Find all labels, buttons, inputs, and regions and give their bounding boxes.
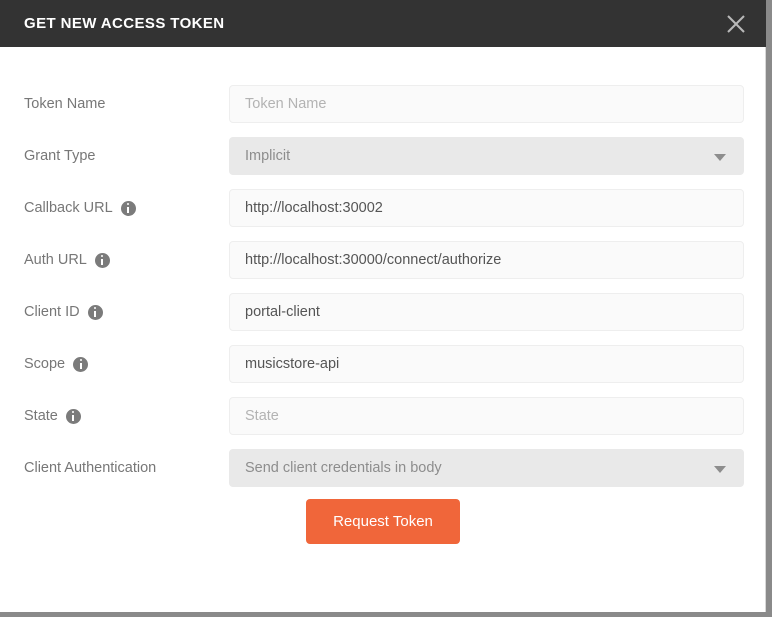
label-text: Token Name bbox=[24, 96, 106, 112]
label-text: Callback URL bbox=[24, 200, 113, 216]
select-value: Implicit bbox=[245, 148, 291, 164]
label-state: State bbox=[24, 397, 81, 435]
form-row-scope: Scope musicstore-api bbox=[0, 345, 766, 383]
label-grant-type: Grant Type bbox=[24, 137, 95, 175]
input-client-id[interactable]: portal-client bbox=[229, 293, 744, 331]
input-scope[interactable]: musicstore-api bbox=[229, 345, 744, 383]
label-client-id: Client ID bbox=[24, 293, 103, 331]
info-icon[interactable] bbox=[87, 304, 103, 320]
close-icon[interactable] bbox=[720, 8, 752, 40]
select-value: Send client credentials in body bbox=[245, 460, 442, 476]
select-grant-type[interactable]: Implicit bbox=[229, 137, 744, 175]
info-icon[interactable] bbox=[120, 200, 136, 216]
window-bottom-border bbox=[0, 612, 772, 617]
info-icon[interactable] bbox=[94, 252, 110, 268]
form-row-client-authentication: Client Authentication Send client credent… bbox=[0, 449, 766, 487]
get-new-access-token-dialog: GET NEW ACCESS TOKEN Token Name Token Nam… bbox=[0, 0, 766, 612]
dialog-header: GET NEW ACCESS TOKEN bbox=[0, 0, 766, 47]
form-row-callback-url: Callback URL http://localhost:30002 bbox=[0, 189, 766, 227]
info-icon[interactable] bbox=[73, 356, 89, 372]
label-text: Scope bbox=[24, 356, 66, 372]
page-title: GET NEW ACCESS TOKEN bbox=[24, 15, 225, 32]
chevron-down-icon bbox=[714, 466, 726, 473]
select-client-authentication[interactable]: Send client credentials in body bbox=[229, 449, 744, 487]
label-text: State bbox=[24, 408, 58, 424]
label-auth-url: Auth URL bbox=[24, 241, 110, 279]
window-right-border bbox=[766, 0, 772, 617]
form-row-client-id: Client ID portal-client bbox=[0, 293, 766, 331]
info-icon[interactable] bbox=[65, 408, 81, 424]
request-token-button[interactable]: Request Token bbox=[306, 499, 460, 544]
label-text: Client ID bbox=[24, 304, 80, 320]
chevron-down-icon bbox=[714, 154, 726, 161]
input-auth-url[interactable]: http://localhost:30000/connect/authorize bbox=[229, 241, 744, 279]
input-state[interactable]: State bbox=[229, 397, 744, 435]
label-text: Client Authentication bbox=[24, 460, 157, 476]
label-text: Auth URL bbox=[24, 252, 87, 268]
submit-row: Request Token bbox=[0, 499, 766, 544]
form-row-auth-url: Auth URL http://localhost:30000/connect/a… bbox=[0, 241, 766, 279]
label-callback-url: Callback URL bbox=[24, 189, 136, 227]
label-token-name: Token Name bbox=[24, 85, 105, 123]
form-row-grant-type: Grant Type Implicit bbox=[0, 137, 766, 175]
label-client-authentication: Client Authentication bbox=[24, 449, 156, 487]
form-row-token-name: Token Name Token Name bbox=[0, 85, 766, 123]
label-text: Grant Type bbox=[24, 148, 96, 164]
form-row-state: State State bbox=[0, 397, 766, 435]
input-token-name[interactable]: Token Name bbox=[229, 85, 744, 123]
label-scope: Scope bbox=[24, 345, 89, 383]
input-callback-url[interactable]: http://localhost:30002 bbox=[229, 189, 744, 227]
dialog-body: Token Name Token Name Grant Type Implicit Ca… bbox=[0, 47, 766, 612]
